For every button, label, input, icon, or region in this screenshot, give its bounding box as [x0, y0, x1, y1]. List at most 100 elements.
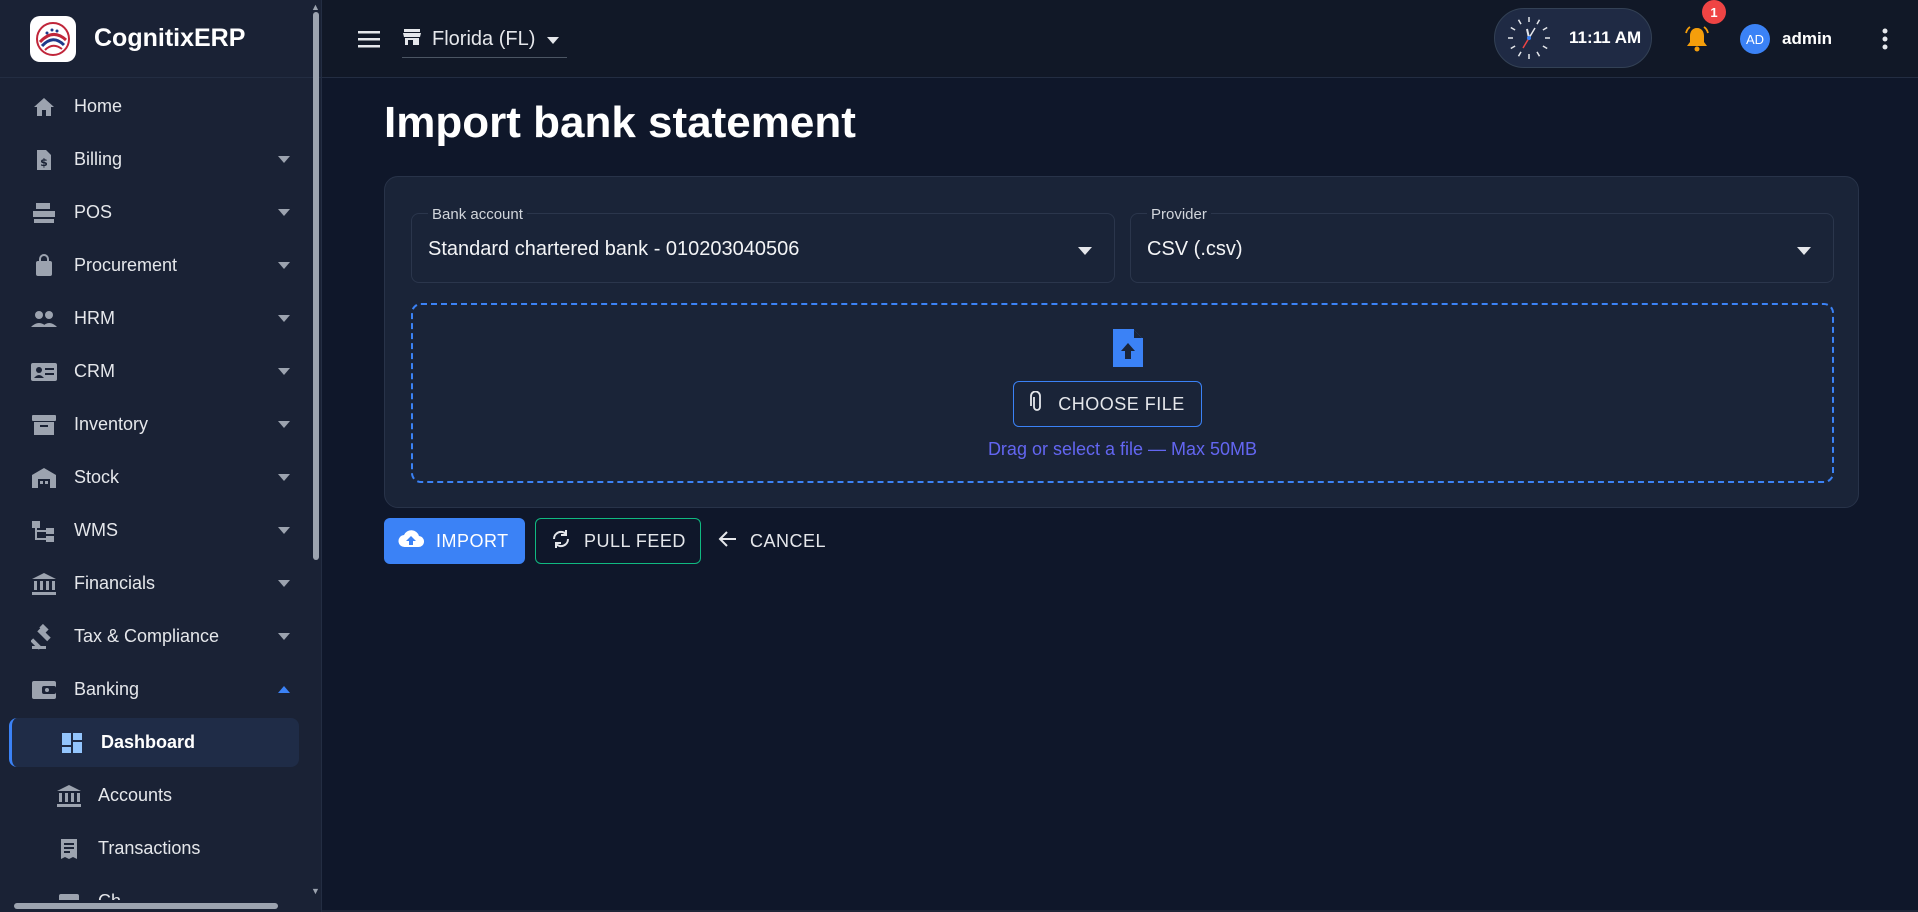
choose-file-button[interactable]: CHOOSE FILE: [1013, 381, 1202, 427]
chevron-down-icon: [277, 630, 291, 644]
chevron-down-icon: [277, 524, 291, 538]
store-icon: [402, 27, 422, 52]
notification-bell-icon[interactable]: [1682, 24, 1712, 54]
bank-icon: [56, 783, 82, 809]
clock-widget: 11:11 AM: [1494, 8, 1652, 68]
sidebar-item-stock[interactable]: Stock: [0, 451, 321, 504]
avatar: AD: [1740, 24, 1770, 54]
import-label: IMPORT: [436, 530, 509, 551]
sidebar-vertical-scrollbar[interactable]: [313, 12, 319, 560]
svg-text:$: $: [40, 156, 48, 169]
sidebar-item-label: Home: [74, 96, 123, 116]
sidebar-item-crm[interactable]: CRM: [0, 345, 321, 398]
billing-icon: $: [30, 146, 58, 174]
file-dropzone[interactable]: CHOOSE FILE Drag or select a file — Max …: [411, 303, 1834, 483]
home-icon: [30, 93, 58, 121]
sidebar-item-financials[interactable]: Financials: [0, 557, 321, 610]
more-vert-icon[interactable]: [1870, 24, 1900, 54]
cancel-button[interactable]: CANCEL: [716, 518, 836, 564]
bank-account-select[interactable]: Bank account Standard chartered bank - 0…: [411, 206, 1115, 283]
sidebar-item-label: Banking: [74, 679, 140, 699]
cancel-label: CANCEL: [750, 530, 827, 551]
bank-account-value: Standard chartered bank - 010203040506: [428, 238, 800, 260]
sidebar-item-label: Stock: [74, 467, 120, 487]
provider-select[interactable]: Provider CSV (.csv): [1130, 206, 1834, 283]
sidebar-item-label: CRM: [74, 361, 115, 381]
sync-icon: [550, 528, 572, 555]
chevron-down-icon: [277, 312, 291, 326]
arrow-back-icon: [718, 530, 738, 553]
dropzone-hint: Drag or select a file — Max 50MB: [987, 439, 1258, 459]
sidebar-item-label: Inventory: [74, 414, 149, 434]
sidebar-item-pos[interactable]: POS: [0, 186, 321, 239]
scroll-up-arrow[interactable]: ▲: [311, 2, 321, 12]
page-title: Import bank statement: [384, 98, 856, 147]
sidebar-item-label: WMS: [74, 520, 118, 540]
chevron-down-icon: [277, 206, 291, 220]
wallet-icon: [30, 676, 58, 704]
dashboard-icon: [59, 730, 85, 756]
sidebar-item-banking[interactable]: Banking: [0, 663, 321, 716]
sidebar-item-home[interactable]: Home: [0, 80, 321, 133]
chevron-down-icon: [277, 259, 291, 273]
chevron-down-icon: [277, 577, 291, 591]
pull-feed-button[interactable]: PULL FEED: [535, 518, 701, 564]
user-name: admin: [1782, 29, 1833, 48]
sidebar-subitem-dashboard[interactable]: Dashboard: [9, 718, 299, 767]
user-menu[interactable]: AD admin: [1740, 24, 1832, 54]
shopping-bag-icon: [30, 252, 58, 280]
sidebar-item-label: Tax & Compliance: [74, 626, 220, 646]
bank-icon: [30, 570, 58, 598]
clock-time: 11:11 AM: [1569, 28, 1642, 47]
menu-icon[interactable]: [354, 24, 384, 54]
cloud-upload-icon: [398, 529, 425, 554]
store-selector-label: Florida (FL): [432, 28, 536, 50]
provider-value: CSV (.csv): [1147, 238, 1243, 260]
sidebar-item-label: POS: [74, 202, 113, 222]
sidebar-item-inventory[interactable]: Inventory: [0, 398, 321, 451]
archive-icon: [30, 411, 58, 439]
clock-icon: [1508, 17, 1550, 59]
sidebar-subitem-accounts[interactable]: Accounts: [0, 769, 321, 822]
sidebar-subitem-label: Dashboard: [101, 732, 196, 752]
sidebar-item-billing[interactable]: $ Billing: [0, 133, 321, 186]
sidebar-item-procurement[interactable]: Procurement: [0, 239, 321, 292]
warehouse-icon: [30, 464, 58, 492]
brand-name: CognitixERP: [94, 24, 246, 52]
sidebar-item-label: Procurement: [74, 255, 178, 275]
sidebar-item-label: Financials: [74, 573, 156, 593]
choose-file-label: CHOOSE FILE: [1058, 393, 1185, 414]
import-card: Bank account Standard chartered bank - 0…: [384, 176, 1859, 508]
people-icon: [30, 305, 58, 333]
brand[interactable]: CognitixERP: [0, 0, 321, 78]
sidebar-item-tax-compliance[interactable]: Tax & Compliance: [0, 610, 321, 663]
sidebar-item-hrm[interactable]: HRM: [0, 292, 321, 345]
gavel-icon: [30, 623, 58, 651]
chevron-up-icon: [277, 683, 291, 697]
sidebar-subitem-transactions[interactable]: Transactions: [0, 822, 321, 875]
pos-icon: [30, 199, 58, 227]
chevron-down-icon: [1078, 242, 1092, 260]
import-button[interactable]: IMPORT: [384, 518, 525, 564]
topbar: Florida (FL) 11:11 AM 1 AD admin: [322, 0, 1918, 78]
file-upload-icon: [1113, 329, 1143, 367]
sidebar-horizontal-scrollbar[interactable]: [14, 903, 278, 909]
receipt-icon: [56, 836, 82, 862]
chevron-down-icon: [277, 418, 291, 432]
chevron-down-icon: [1797, 242, 1811, 260]
paperclip-icon: [1030, 390, 1044, 418]
hierarchy-icon: [30, 517, 58, 545]
sidebar-nav: Home $ Billing POS Procurement HRM CRM I…: [0, 78, 321, 912]
sidebar-subitem-label: Transactions: [98, 838, 201, 858]
sidebar: CognitixERP Home $ Billing POS Procureme…: [0, 0, 322, 912]
provider-label: Provider: [1147, 206, 1211, 223]
sidebar-item-label: HRM: [74, 308, 115, 328]
sidebar-item-wms[interactable]: WMS: [0, 504, 321, 557]
sidebar-subitem-label: Accounts: [98, 785, 173, 805]
chevron-down-icon: [277, 365, 291, 379]
bank-account-label: Bank account: [428, 206, 527, 223]
brand-logo: [30, 15, 76, 62]
scroll-down-arrow[interactable]: ▼: [311, 886, 321, 896]
notification-badge: 1: [1702, 0, 1726, 24]
store-selector[interactable]: Florida (FL): [402, 22, 568, 58]
